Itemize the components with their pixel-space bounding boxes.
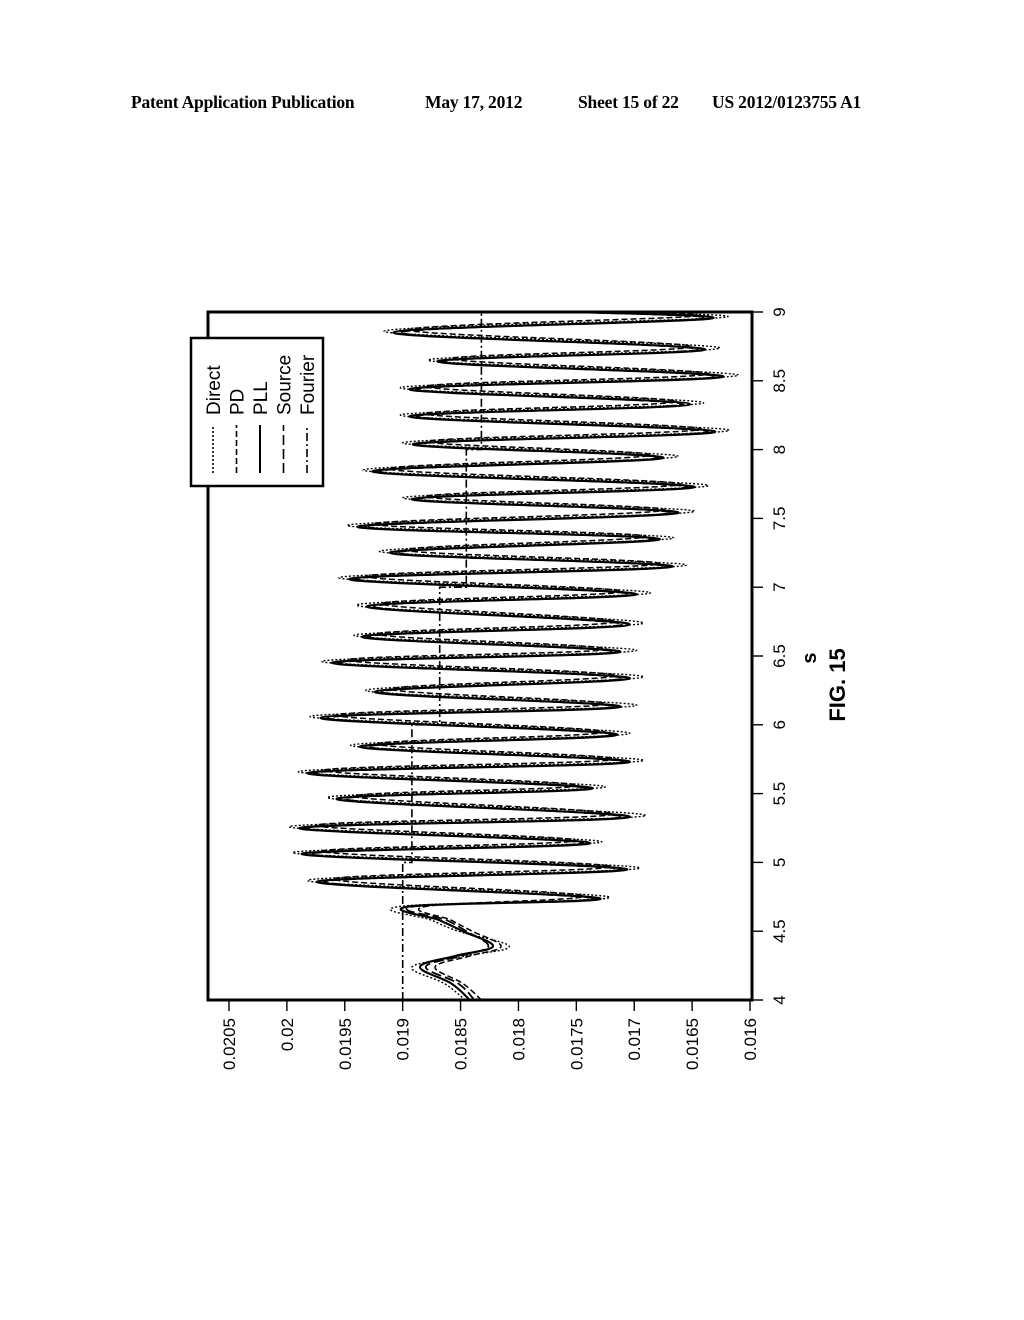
s-tick-label: 7.5 (770, 507, 789, 531)
value-tick-label: 0.0175 (567, 1018, 586, 1070)
x-axis-title: s (799, 652, 821, 663)
chart-figure: 0.016 0.0165 0.017 0.0175 0.018 0.0185 0.019 0.… (189, 307, 850, 1070)
s-tick-label: 8 (770, 445, 789, 454)
legend-label-direct: Direct (204, 365, 225, 415)
value-tick-label: 0.0205 (220, 1018, 239, 1070)
value-tick-label: 0.018 (509, 1018, 528, 1061)
s-tick-label: 4.5 (770, 919, 789, 943)
value-tick-label: 0.0195 (336, 1018, 355, 1070)
value-tick-label: 0.0185 (452, 1018, 471, 1070)
value-tick-label: 0.0165 (683, 1018, 702, 1070)
value-tick-label: 0.016 (741, 1018, 760, 1061)
series-layer (288, 310, 740, 1001)
s-tick-label: 5 (770, 858, 789, 867)
s-tick-label: 9 (770, 307, 789, 316)
s-tick-label: 7 (770, 582, 789, 591)
s-tick-label: 6.5 (770, 644, 789, 668)
value-tick-label: 0.019 (394, 1018, 413, 1061)
figure-label: FIG. 15 (825, 648, 850, 721)
s-tick-label: 5.5 (770, 782, 789, 806)
value-tick-label: 0.02 (278, 1018, 297, 1051)
series-line-source (305, 311, 718, 1001)
legend: Direct PD PLL Source Fourier (189, 336, 325, 488)
legend-label-pll: PLL (251, 381, 272, 415)
s-tick-label: 8.5 (770, 369, 789, 393)
s-tick-label: 4 (770, 995, 789, 1004)
value-tick-label: 0.017 (625, 1018, 644, 1061)
legend-label-fourier: Fourier (298, 354, 319, 415)
legend-label-pd: PD (228, 389, 249, 415)
legend-label-source: Source (275, 355, 296, 415)
s-tick-label: 6 (770, 720, 789, 729)
